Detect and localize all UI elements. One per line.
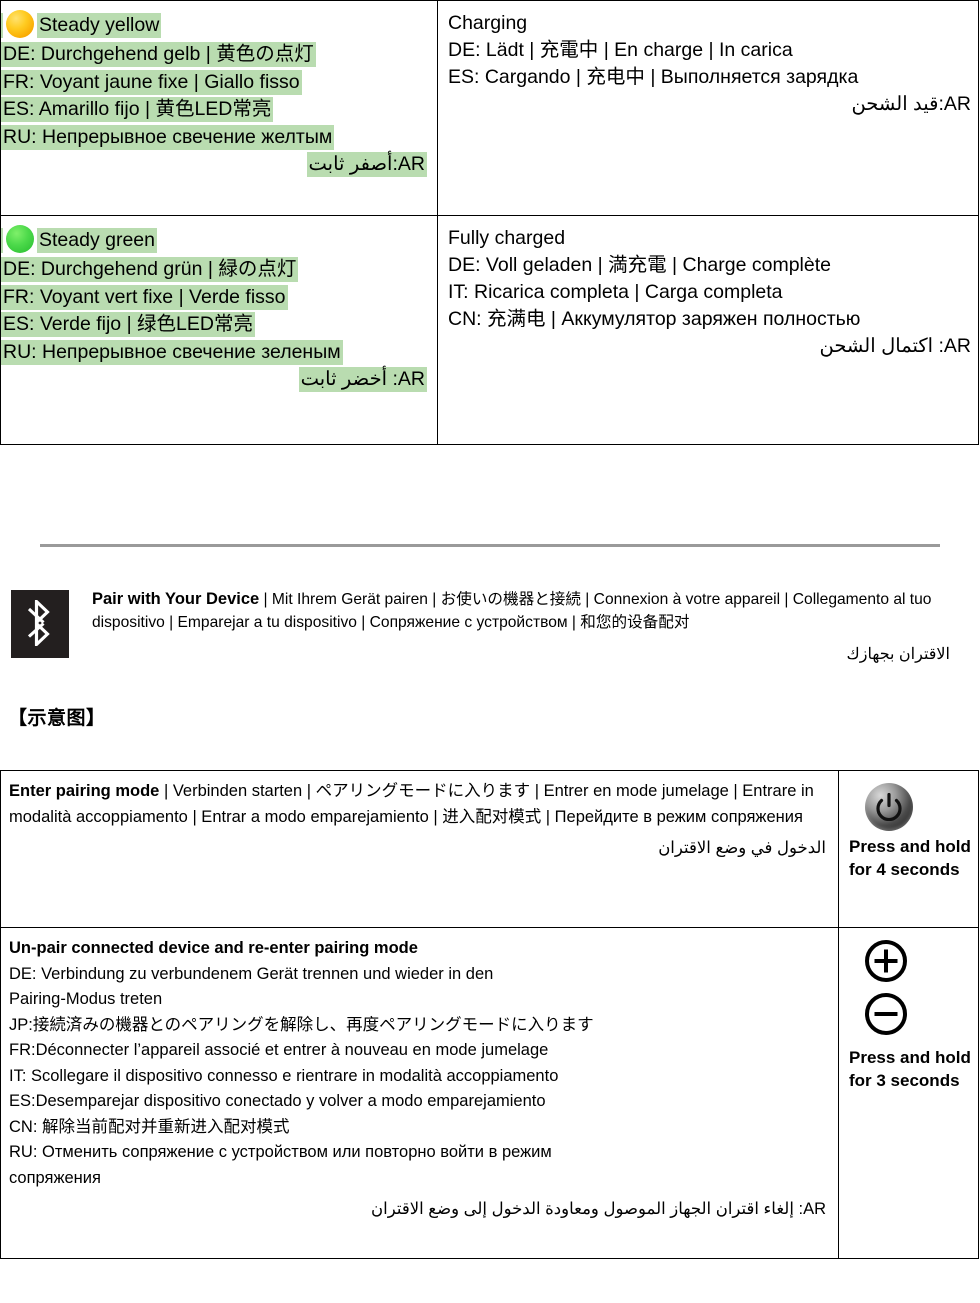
instruction-line-jp: JP:接続済みの機器とのペアリングを解除し、再度ペアリングモードに入ります [9, 1015, 594, 1034]
led-description-cell: Charging DE: Lädt | 充電中 | En charge | In… [437, 0, 979, 216]
pair-header-title: Pair with Your Device [92, 590, 260, 608]
diagram-note: 【示意图】 [8, 708, 106, 729]
table-row: Steady yellow DE: Durchgehend gelb | 黄色の… [0, 0, 979, 216]
instruction-line-cn: CN: 解除当前配对并重新进入配对模式 [9, 1117, 290, 1136]
button-action-label: Press and hold for 4 seconds [849, 837, 971, 879]
instruction-arabic: AR: إلغاء اقتران الجهاز الموصول ومعاودة … [371, 1200, 826, 1218]
desc-line-en: Fully charged [448, 227, 566, 249]
plus-circle-icon[interactable] [863, 938, 974, 989]
pair-header-text: Pair with Your Device | Mit Ihrem Gerät … [92, 588, 962, 666]
instruction-line-de-1: DE: Verbindung zu verbundenem Gerät tren… [9, 964, 494, 983]
desc-line-ar: AR:قيد الشحن [851, 93, 971, 115]
led-state-line-fr: FR: Voyant jaune fixe | Giallo fisso [1, 69, 302, 95]
table-row: Un-pair connected device and re-enter pa… [0, 927, 979, 1259]
led-state-line: Steady green [1, 222, 435, 256]
instruction-line-ru-1: RU: Отменить сопряжение с устройством ил… [9, 1143, 552, 1161]
button-action-cell: Press and hold for 4 seconds [838, 770, 979, 928]
desc-line-de: DE: Voll geladen | 満充電 | Charge complète [448, 254, 831, 276]
button-action-cell: Press and hold for 3 seconds [838, 927, 979, 1259]
led-indicator-cell: Steady yellow DE: Durchgehend gelb | 黄色の… [0, 0, 438, 216]
pair-header-arabic: الاقتران بجهازك [846, 646, 950, 663]
led-status-table: Steady yellow DE: Durchgehend gelb | 黄色の… [0, 0, 979, 445]
desc-line-it: IT: Ricarica completa | Carga completa [448, 281, 783, 303]
led-state-line-ar: AR: أخضر ثابت [298, 367, 427, 392]
pairing-instruction-table: Enter pairing mode | Verbinden starten |… [0, 770, 979, 1259]
bluetooth-icon [11, 590, 69, 658]
desc-line-cn: CN: 充满电 | Аккумулятор заряжен полностью [448, 308, 861, 330]
yellow-led-circle-icon [3, 7, 37, 41]
power-button-icon[interactable] [865, 783, 913, 831]
led-state-line-ru: RU: Непрерывное свечение желтым [1, 124, 335, 150]
led-indicator-cell: Steady green DE: Durchgehend grün | 緑の点灯… [0, 215, 438, 445]
led-state-line: Steady yellow [1, 7, 435, 41]
led-state-line-ar: AR:أصفر ثابت [306, 152, 427, 177]
green-led-circle-icon [3, 222, 37, 256]
desc-line-es: ES: Cargando | 充电中 | Выполняется зарядка [448, 66, 859, 88]
table-row: Enter pairing mode | Verbinden starten |… [0, 770, 979, 928]
instruction-text: Enter pairing mode | Verbinden starten |… [9, 779, 830, 830]
instruction-line-ru-2: сопряжения [9, 1168, 101, 1187]
minus-circle-icon[interactable] [863, 991, 974, 1042]
instruction-arabic: الدخول في وضع الاقتران [658, 839, 826, 857]
instruction-cell: Enter pairing mode | Verbinden starten |… [0, 770, 839, 928]
led-description-cell: Fully charged DE: Voll geladen | 満充電 | C… [437, 215, 979, 445]
desc-line-en: Charging [448, 12, 528, 34]
desc-line-de: DE: Lädt | 充電中 | En charge | In carica [448, 39, 793, 61]
table-row: Steady green DE: Durchgehend grün | 緑の点灯… [0, 215, 979, 445]
instruction-title: Enter pairing mode [9, 782, 160, 800]
instruction-title-line: Un-pair connected device and re-enter pa… [9, 936, 830, 962]
section-divider [40, 544, 940, 547]
instruction-line-fr: FR:Déconnecter l’appareil associé et ent… [9, 1041, 549, 1059]
led-state-line-fr: FR: Voyant vert fixe | Verde fisso [1, 284, 288, 310]
button-action-label: Press and hold for 3 seconds [849, 1048, 971, 1090]
instruction-line-it: IT: Scollegare il dispositivo connesso e… [9, 1066, 559, 1085]
pair-with-device-header: Pair with Your Device | Mit Ihrem Gerät … [0, 588, 978, 666]
instruction-line-de-2: Pairing-Modus treten [9, 990, 163, 1008]
led-state-line-ru: RU: Непрерывное свечение зеленым [1, 339, 343, 365]
led-state-line-de: DE: Durchgehend gelb | 黄色の点灯 [1, 42, 316, 67]
desc-line-ar: AR: اكتمال الشحن [819, 335, 971, 357]
led-state-line-es: ES: Verde fijo | 绿色LED常亮 [1, 312, 255, 337]
instruction-cell: Un-pair connected device and re-enter pa… [0, 927, 839, 1259]
led-state-line-es: ES: Amarillo fijo | 黄色LED常亮 [1, 97, 274, 122]
instruction-line-es: ES:Desemparejar dispositivo conectado y … [9, 1092, 546, 1110]
led-state-line-de: DE: Durchgehend grün | 緑の点灯 [1, 257, 299, 282]
instruction-title: Un-pair connected device and re-enter pa… [9, 939, 418, 957]
